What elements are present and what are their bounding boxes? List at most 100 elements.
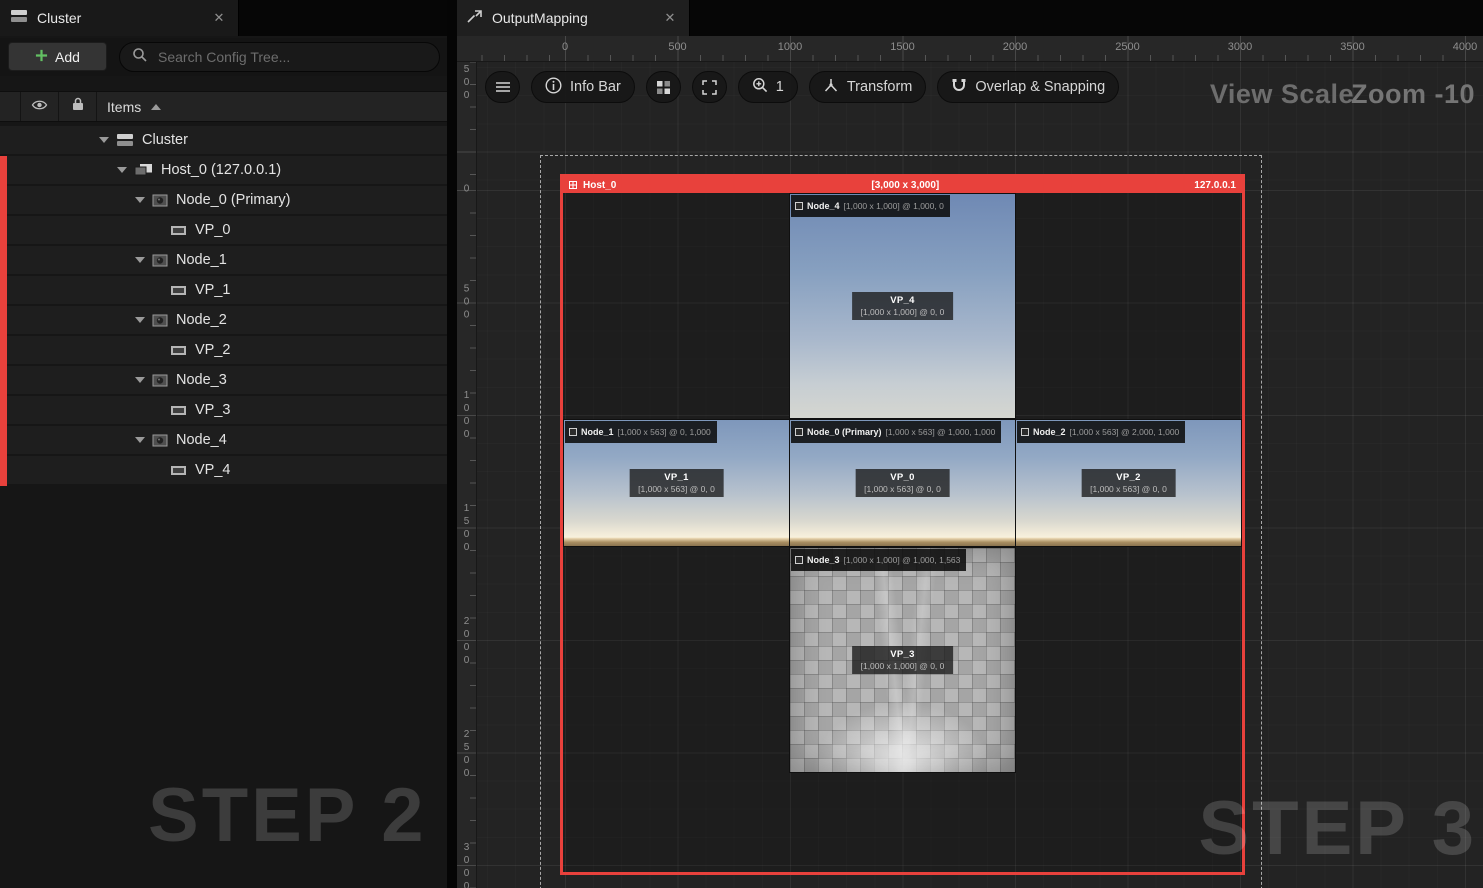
expand-arrow-icon[interactable] (96, 137, 112, 143)
info-bar-button[interactable]: Info Bar (531, 71, 635, 103)
tree-item-host-0[interactable]: Host_0 (127.0.0.1) (0, 156, 447, 184)
tree-item-vp-4[interactable]: VP_4 (0, 456, 447, 484)
node-name: Node_0 (Primary) (807, 427, 882, 437)
node-chip-icon (795, 551, 803, 569)
expand-arrow-icon[interactable] (132, 257, 148, 263)
tree-item-node-2[interactable]: Node_2 (0, 306, 447, 334)
transform-axes-icon (823, 78, 839, 97)
node-0-header-chip[interactable]: Node_0 (Primary) [1,000 x 563] @ 1,000, … (791, 421, 1002, 443)
viewport-name: VP_3 (890, 649, 915, 660)
node-icon (152, 194, 168, 207)
search-input[interactable] (156, 48, 427, 66)
tree-item-cluster[interactable]: Cluster (0, 126, 447, 154)
transform-button[interactable]: Transform (808, 71, 927, 103)
ruler-corner (457, 36, 477, 62)
ruler-label: 500 (461, 283, 472, 323)
vertical-ruler: -500 0 500 1000 1500 2000 2500 3000 (457, 62, 477, 888)
expand-arrow-icon[interactable] (132, 377, 148, 383)
tree-item-label: Host_0 (127.0.0.1) (161, 162, 282, 178)
cluster-toolbar: Add (0, 38, 447, 76)
node-1-header-chip[interactable]: Node_1 [1,000 x 563] @ 0, 1,000 (565, 421, 717, 443)
snapping-icon (951, 78, 967, 97)
lock-column-button[interactable] (59, 92, 97, 121)
node-4-block[interactable]: Node_4 [1,000 x 1,000] @ 1,000, 0 VP_4 [… (789, 193, 1016, 419)
plus-icon (35, 49, 48, 65)
tree-item-label: Node_3 (176, 372, 227, 388)
expand-arrow-icon[interactable] (132, 437, 148, 443)
node-name: Node_2 (1033, 427, 1066, 437)
expand-arrow-icon[interactable] (132, 317, 148, 323)
ruler-label: 0 (561, 41, 569, 53)
search-box[interactable] (119, 42, 440, 72)
node-3-block[interactable]: Node_3 [1,000 x 1,000] @ 1,000, 1,563 VP… (789, 547, 1016, 773)
viewport-4-chip[interactable]: VP_4 [1,000 x 1,000] @ 0, 0 (851, 292, 954, 320)
ruler-label: 2500 (461, 729, 472, 781)
zoom-in-icon (752, 77, 768, 97)
viewport-2-chip[interactable]: VP_2 [1,000 x 563] @ 0, 0 (1081, 469, 1176, 497)
tab-cluster[interactable]: Cluster ✕ (0, 0, 239, 36)
selection-indicator-bar (0, 156, 7, 486)
node-2-block[interactable]: Node_2 [1,000 x 563] @ 2,000, 1,000 VP_2… (1015, 419, 1242, 547)
overlap-snapping-button[interactable]: Overlap & Snapping (937, 71, 1120, 103)
tree-item-node-3[interactable]: Node_3 (0, 366, 447, 394)
node-name: Node_3 (807, 555, 840, 565)
tree-item-vp-0[interactable]: VP_0 (0, 216, 447, 244)
viewport-icon (170, 285, 187, 296)
tree-item-label: Node_4 (176, 432, 227, 448)
zoom-button[interactable]: 1 (737, 71, 798, 103)
eye-icon (31, 98, 48, 116)
node-name: Node_4 (807, 201, 840, 211)
viewport-0-chip[interactable]: VP_0 [1,000 x 563] @ 0, 0 (855, 469, 950, 497)
items-column-header[interactable]: Items (107, 98, 162, 115)
search-icon (132, 47, 147, 67)
node-name: Node_1 (581, 427, 614, 437)
viewport-3-chip[interactable]: VP_3 [1,000 x 1,000] @ 0, 0 (851, 646, 954, 674)
tree-item-node-4[interactable]: Node_4 (0, 426, 447, 454)
ruler-label: 500 (668, 41, 687, 53)
host-0-block[interactable]: Host_0 [3,000 x 3,000] 127.0.0.1 Node_4 … (560, 174, 1245, 875)
visibility-column-button[interactable] (20, 92, 59, 121)
add-button[interactable]: Add (8, 42, 107, 71)
host-name: Host_0 (583, 179, 617, 191)
node-2-header-chip[interactable]: Node_2 [1,000 x 563] @ 2,000, 1,000 (1017, 421, 1186, 443)
node-4-header-chip[interactable]: Node_4 [1,000 x 1,000] @ 1,000, 0 (791, 195, 950, 217)
tree-item-vp-1[interactable]: VP_1 (0, 276, 447, 304)
viewport-meta: [1,000 x 1,000] @ 0, 0 (860, 307, 945, 317)
items-column-label: Items (107, 98, 142, 115)
layout-grid-button[interactable] (645, 71, 681, 103)
lock-icon (72, 97, 84, 116)
tab-output-mapping[interactable]: OutputMapping ✕ (457, 0, 690, 36)
tree-item-node-1[interactable]: Node_1 (0, 246, 447, 274)
viewport-1-chip[interactable]: VP_1 [1,000 x 563] @ 0, 0 (629, 469, 724, 497)
tree-item-node-0[interactable]: Node_0 (Primary) (0, 186, 447, 214)
expand-arrow-icon[interactable] (114, 167, 130, 173)
node-3-header-chip[interactable]: Node_3 [1,000 x 1,000] @ 1,000, 1,563 (791, 549, 967, 571)
node-0-block[interactable]: Node_0 (Primary) [1,000 x 563] @ 1,000, … (789, 419, 1016, 547)
host-header[interactable]: Host_0 [3,000 x 3,000] 127.0.0.1 (563, 177, 1242, 193)
tree-item-label: VP_0 (195, 222, 231, 238)
cluster-panel: Cluster ✕ Add Search Config Tree... Item… (0, 0, 447, 888)
fit-to-view-button[interactable] (691, 71, 727, 103)
overlap-snapping-label: Overlap & Snapping (975, 79, 1106, 95)
hamburger-icon (495, 82, 510, 92)
expand-arrow-icon[interactable] (132, 197, 148, 203)
close-icon[interactable]: ✕ (661, 10, 679, 26)
tree-item-vp-3[interactable]: VP_3 (0, 396, 447, 424)
cluster-tab-icon (10, 9, 28, 28)
viewport-name: VP_4 (890, 295, 915, 306)
add-button-label: Add (55, 48, 80, 65)
panel-divider[interactable] (447, 0, 457, 888)
expand-icon (702, 79, 717, 95)
node-1-block[interactable]: Node_1 [1,000 x 563] @ 0, 1,000 VP_1 [1,… (563, 419, 790, 547)
close-icon[interactable]: ✕ (210, 10, 228, 26)
menu-button[interactable] (485, 71, 520, 103)
cluster-tabstrip: Cluster ✕ (0, 0, 447, 36)
node-meta: [1,000 x 563] @ 2,000, 1,000 (1069, 427, 1180, 437)
tree-item-label: VP_3 (195, 402, 231, 418)
output-mapping-tabstrip: OutputMapping ✕ (457, 0, 1483, 36)
view-scale-label: View Scale (1209, 79, 1354, 109)
viewport-icon (170, 225, 187, 236)
output-mapping-canvas[interactable]: Info Bar 1 Transform Overlap & Snapping … (477, 62, 1483, 888)
cluster-tab-title: Cluster (37, 10, 82, 26)
tree-item-vp-2[interactable]: VP_2 (0, 336, 447, 364)
